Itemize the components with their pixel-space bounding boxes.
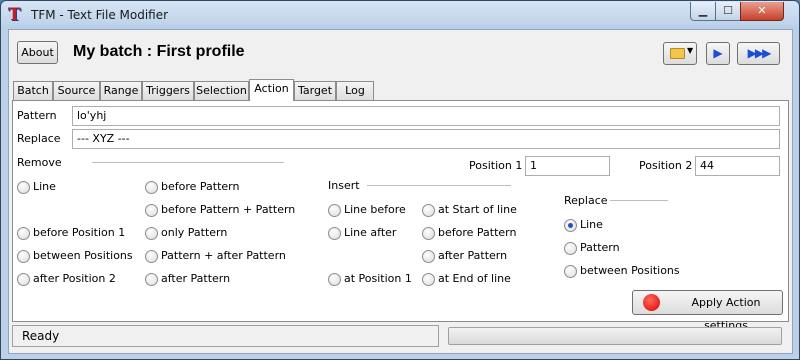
client-area: About My batch : First profile ▼ ▶ ▶▶▶ B…	[8, 29, 793, 354]
close-button[interactable]: ✕	[740, 2, 784, 21]
window-title: TFM - Text File Modifier	[31, 8, 169, 22]
insert-group-divider	[367, 185, 511, 187]
pattern-input[interactable]: lo'yhj	[72, 106, 780, 126]
app-window: T TFM - Text File Modifier ▁ ☐ ✕ About M…	[0, 0, 800, 360]
tab-log[interactable]: Log	[336, 81, 374, 100]
replace-group-divider	[610, 200, 668, 202]
header-toolbar: About My batch : First profile ▼ ▶ ▶▶▶	[13, 35, 789, 71]
radio-button[interactable]	[328, 227, 341, 240]
progress-bar	[448, 327, 782, 345]
minimize-button[interactable]: ▁	[690, 2, 716, 21]
radio-button[interactable]	[145, 250, 158, 263]
apply-action-settings-button[interactable]: Apply Action settings	[632, 290, 783, 332]
remove-group-divider	[92, 162, 284, 164]
tab-source[interactable]: Source	[53, 81, 100, 100]
radio-button[interactable]	[422, 273, 435, 286]
tab-target[interactable]: Target	[294, 81, 336, 100]
insert-group-label: Insert	[328, 179, 360, 192]
position2-input[interactable]: 44	[695, 156, 780, 176]
maximize-button[interactable]: ☐	[715, 2, 741, 21]
radio-button[interactable]	[564, 242, 577, 255]
radio-button[interactable]	[564, 265, 577, 278]
remove-group-label: Remove	[17, 156, 62, 169]
radio-button[interactable]	[145, 273, 158, 286]
batch-title: My batch : First profile	[73, 43, 245, 60]
radio-button[interactable]	[145, 181, 158, 194]
radio-button[interactable]	[17, 227, 30, 240]
tab-selection[interactable]: Selection	[194, 81, 249, 100]
radio-button[interactable]	[145, 227, 158, 240]
radio-button-selected[interactable]	[564, 219, 577, 232]
tab-triggers[interactable]: Triggers	[142, 81, 194, 100]
radio-button[interactable]	[145, 204, 158, 217]
folder-open-icon	[670, 48, 685, 59]
open-profile-button[interactable]: ▼	[663, 42, 697, 65]
position2-label: Position 2	[639, 159, 693, 172]
radio-button[interactable]	[422, 204, 435, 217]
status-text: Ready	[12, 325, 439, 347]
replace-label: Replace	[17, 132, 61, 145]
radio-button[interactable]	[422, 250, 435, 263]
radio-button[interactable]	[17, 250, 30, 263]
replace-input[interactable]: --- XYZ ---	[72, 129, 780, 149]
radio-button[interactable]	[17, 181, 30, 194]
radio-button[interactable]	[328, 204, 341, 217]
run-all-button[interactable]: ▶▶▶	[737, 42, 780, 65]
tab-range[interactable]: Range	[100, 81, 142, 100]
radio-button[interactable]	[422, 227, 435, 240]
pattern-label: Pattern	[17, 109, 57, 122]
run-button[interactable]: ▶	[706, 42, 730, 65]
app-logo-icon: T	[8, 5, 21, 25]
position1-label: Position 1	[469, 159, 523, 172]
status-indicator-icon	[643, 294, 660, 311]
dropdown-caret-icon: ▼	[687, 46, 694, 55]
title-bar[interactable]: T TFM - Text File Modifier ▁ ☐ ✕	[1, 1, 799, 29]
tab-action[interactable]: Action	[249, 79, 294, 101]
replace-group-label: Replace	[564, 194, 608, 207]
position1-input[interactable]: 1	[525, 156, 610, 176]
radio-button[interactable]	[328, 273, 341, 286]
radio-button[interactable]	[17, 273, 30, 286]
status-bar: Ready	[12, 325, 789, 350]
about-button[interactable]: About	[17, 41, 58, 64]
action-panel: Pattern lo'yhj Replace --- XYZ --- Remov…	[12, 100, 789, 332]
tab-batch[interactable]: Batch	[13, 81, 53, 100]
